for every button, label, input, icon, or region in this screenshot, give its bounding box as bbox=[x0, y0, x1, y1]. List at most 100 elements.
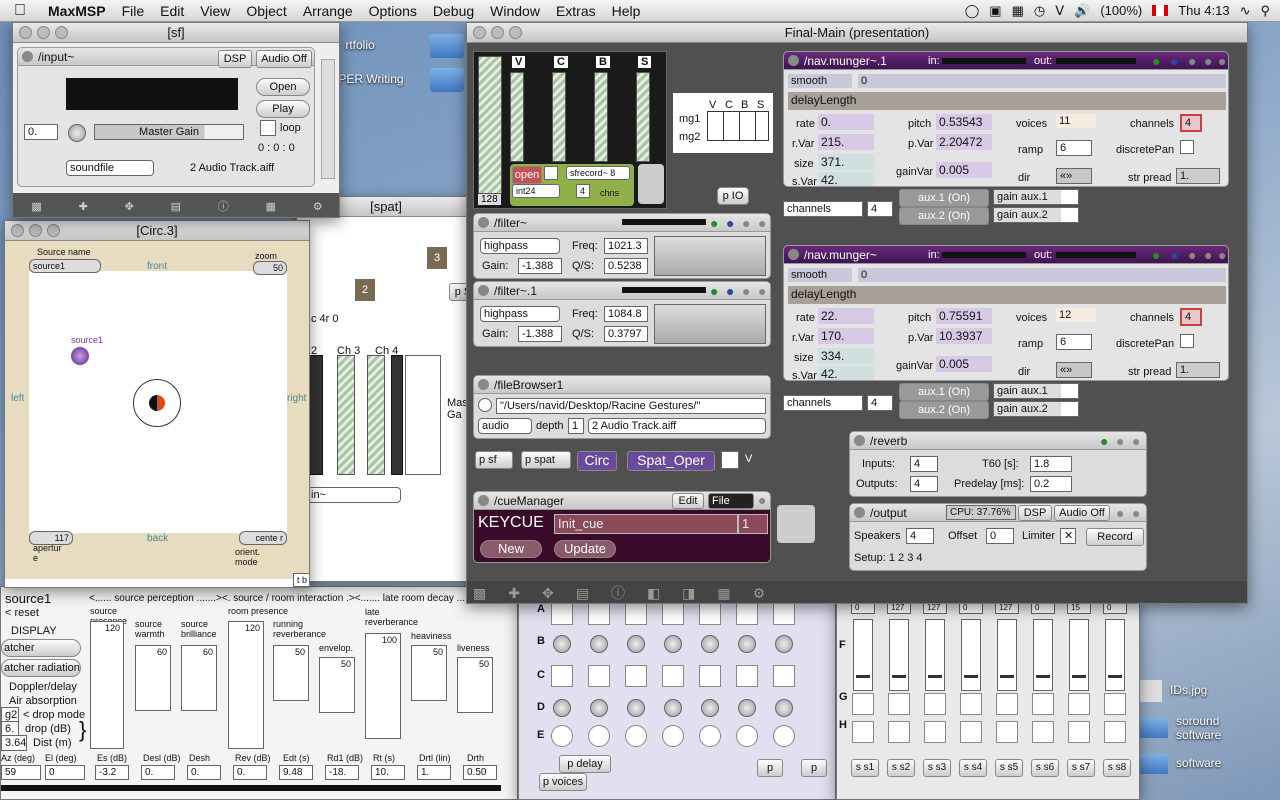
f-icon[interactable]: ● bbox=[1204, 53, 1212, 69]
ch5-slider[interactable] bbox=[391, 355, 403, 475]
listener-head-icon[interactable] bbox=[149, 395, 165, 411]
menu-help[interactable]: Help bbox=[604, 3, 649, 19]
chns-value[interactable]: 4 bbox=[576, 184, 590, 198]
cue-number[interactable]: 1 bbox=[738, 514, 768, 534]
filter1-gain[interactable]: -1.388 bbox=[518, 258, 562, 274]
new-cue-button[interactable]: New bbox=[480, 540, 542, 558]
bottom-value-es[interactable]: -3.2 bbox=[95, 765, 129, 780]
mixer-cell[interactable] bbox=[1032, 721, 1054, 743]
power-icon[interactable]: ● bbox=[1152, 247, 1160, 263]
display-icon[interactable]: ▣ bbox=[989, 3, 1001, 19]
marker-3[interactable]: 3 bbox=[427, 247, 447, 269]
record-button[interactable]: Record bbox=[1086, 528, 1144, 546]
source-mode-menu[interactable]: soundfile bbox=[66, 160, 154, 176]
output-dsp-button[interactable]: DSP bbox=[1018, 505, 1052, 521]
battery-status[interactable]: (100%) bbox=[1100, 3, 1142, 18]
menu-edit[interactable]: Edit bbox=[152, 3, 192, 19]
matrix-knob[interactable] bbox=[664, 699, 682, 717]
matrix-knob[interactable] bbox=[590, 635, 608, 653]
time-machine-icon[interactable]: ◷ bbox=[1034, 3, 1045, 19]
gain-knob[interactable] bbox=[68, 124, 86, 142]
bottom-value-desh[interactable]: 0. bbox=[187, 765, 221, 780]
reset-label[interactable]: < reset bbox=[5, 607, 39, 619]
fader-late-reverberance[interactable]: 100 bbox=[365, 633, 401, 739]
menu-arrange[interactable]: Arrange bbox=[295, 3, 361, 19]
watcher-speakers-button[interactable]: atcher speakers bbox=[1, 639, 81, 670]
m2-size[interactable]: 334. bbox=[818, 348, 874, 364]
filter1-response-graph[interactable] bbox=[654, 236, 766, 276]
audio-off-button[interactable]: Audio Off bbox=[256, 50, 312, 68]
preset-icon[interactable]: ● bbox=[726, 283, 734, 299]
mixer-cell[interactable] bbox=[852, 693, 874, 715]
filter2-qs[interactable]: 0.3797 bbox=[604, 326, 648, 342]
mixer-cell[interactable] bbox=[924, 721, 946, 743]
matrix-knob[interactable] bbox=[590, 699, 608, 717]
matrix-knob[interactable] bbox=[738, 635, 756, 653]
bottom-value-desl[interactable]: 0. bbox=[141, 765, 175, 780]
mixer-cell[interactable] bbox=[960, 693, 982, 715]
matrix-cell[interactable] bbox=[662, 665, 684, 687]
send-object[interactable]: s s4 bbox=[959, 759, 987, 777]
mixer-cell[interactable] bbox=[1104, 721, 1126, 743]
m1-strpread[interactable]: 1. bbox=[1176, 168, 1220, 184]
mixer-fader[interactable] bbox=[997, 619, 1017, 691]
m2-channels-num[interactable]: 4 bbox=[867, 395, 893, 411]
matrix-knob[interactable] bbox=[701, 635, 719, 653]
minimize-icon[interactable] bbox=[37, 26, 50, 39]
m2-ramp[interactable]: 6 bbox=[1056, 334, 1092, 350]
m1-pitch[interactable]: 0.53543 bbox=[936, 114, 992, 130]
scrollbar[interactable] bbox=[321, 59, 335, 179]
add-icon[interactable]: ● bbox=[1132, 433, 1140, 449]
browse-toggle[interactable] bbox=[478, 398, 492, 412]
matrix-cell[interactable] bbox=[736, 665, 758, 687]
power-icon[interactable]: ● bbox=[1100, 433, 1108, 449]
spaces-icon[interactable]: ▦ bbox=[1012, 3, 1024, 19]
m1-rate[interactable]: 0. bbox=[818, 114, 874, 130]
ch-c-slider[interactable] bbox=[552, 72, 566, 162]
m1-discretepan-checkbox[interactable] bbox=[1180, 140, 1194, 154]
mixer-fader[interactable] bbox=[1069, 619, 1089, 691]
speakers-value[interactable]: 4 bbox=[906, 528, 934, 544]
mixer-fader[interactable] bbox=[889, 619, 909, 691]
desktop-portfolio[interactable]: rtfolio bbox=[340, 38, 380, 52]
desktop-per-writing[interactable]: PER Writing bbox=[336, 72, 406, 86]
matrix-knob[interactable] bbox=[553, 699, 571, 717]
gear-icon[interactable]: ⚙ bbox=[753, 585, 766, 602]
output-audio-off-button[interactable]: Audio Off bbox=[1054, 505, 1110, 521]
zoom-value[interactable]: 50 bbox=[253, 261, 287, 275]
mixer-cell[interactable] bbox=[924, 693, 946, 715]
preset-grid-icon[interactable] bbox=[777, 505, 815, 543]
munger2-smooth-value[interactable]: 0 bbox=[858, 268, 1226, 282]
air-absorption-label[interactable]: Air absorption bbox=[9, 695, 77, 707]
mixer-cell[interactable] bbox=[888, 721, 910, 743]
matrix-knob[interactable] bbox=[775, 699, 793, 717]
mixer-cell[interactable] bbox=[1068, 693, 1090, 715]
matrix-knob[interactable] bbox=[627, 635, 645, 653]
m-icon[interactable]: ● bbox=[1188, 53, 1196, 69]
m1-aux1-button[interactable]: aux.1 (On) bbox=[899, 189, 989, 207]
m1-channels-select[interactable]: channels bbox=[783, 201, 863, 217]
flag-icon[interactable] bbox=[1152, 5, 1169, 16]
marker-2[interactable]: 2 bbox=[355, 279, 375, 301]
menu-object[interactable]: Object bbox=[238, 3, 294, 19]
matrix-cell[interactable] bbox=[773, 603, 795, 625]
routing-grid[interactable] bbox=[707, 111, 769, 141]
spotlight-icon[interactable]: ⚲ bbox=[1260, 3, 1270, 19]
send-object[interactable]: s s5 bbox=[995, 759, 1023, 777]
p-spat-object[interactable]: p spat bbox=[521, 451, 571, 469]
zoom-icon[interactable] bbox=[509, 26, 522, 39]
p-voices-button[interactable]: p voices bbox=[539, 773, 587, 791]
matrix-cell[interactable] bbox=[773, 665, 795, 687]
close-icon[interactable] bbox=[11, 224, 24, 237]
m2-aux1-button[interactable]: aux.1 (On) bbox=[899, 383, 989, 401]
matrix-knob[interactable] bbox=[553, 635, 571, 653]
p-sf-object[interactable]: p sf bbox=[475, 451, 513, 469]
matrix-cell[interactable] bbox=[625, 603, 647, 625]
filter1-qs[interactable]: 0.5238 bbox=[604, 258, 648, 274]
reverb-inputs[interactable]: 4 bbox=[910, 456, 938, 472]
dsp-button[interactable]: DSP bbox=[218, 50, 252, 68]
m2-aux2-button[interactable]: aux.2 (On) bbox=[899, 401, 989, 419]
desktop-ids-file[interactable]: IDs.jpg bbox=[1140, 680, 1260, 702]
buffer-size[interactable]: 128 bbox=[478, 194, 501, 205]
dist-value[interactable]: 3.643 bbox=[1, 735, 27, 751]
